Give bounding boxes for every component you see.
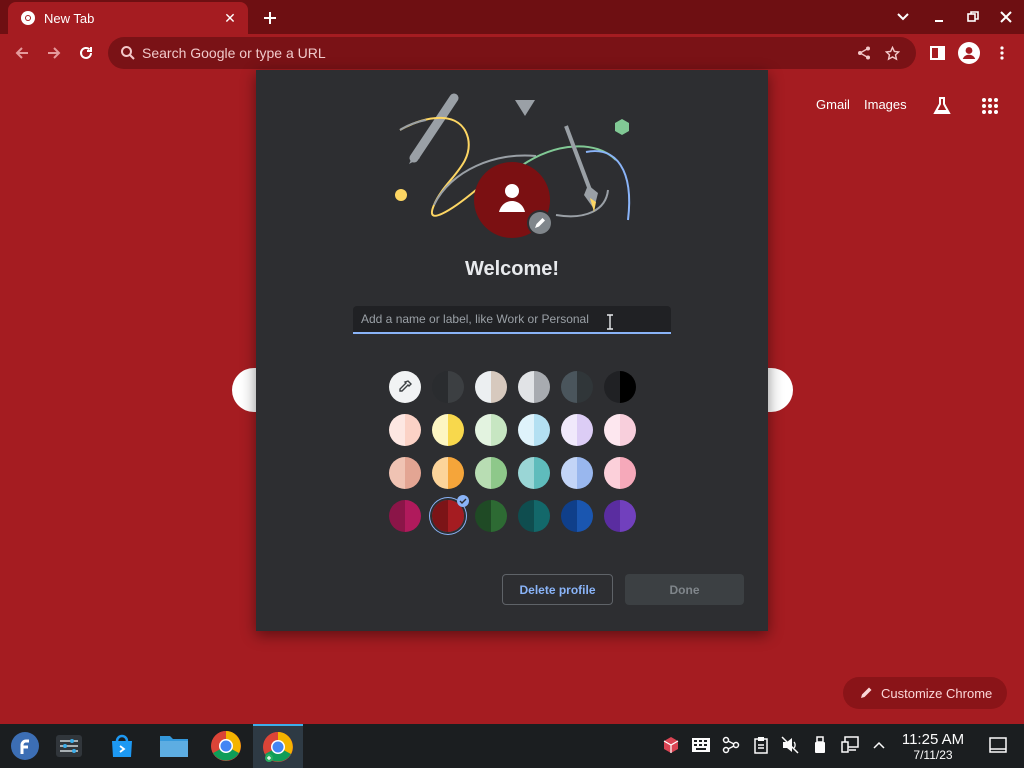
customize-chrome-button[interactable]: Customize Chrome xyxy=(843,677,1007,709)
tab-title: New Tab xyxy=(44,10,95,26)
omnibox[interactable] xyxy=(108,37,916,69)
customize-chrome-label: Customize Chrome xyxy=(881,685,993,701)
toolbar xyxy=(0,34,1024,72)
side-panel-icon[interactable] xyxy=(923,39,951,67)
theme-swatch[interactable] xyxy=(561,500,593,532)
more-vert-icon[interactable] xyxy=(988,39,1016,67)
theme-swatch[interactable] xyxy=(604,500,636,532)
fedora-launcher-icon[interactable] xyxy=(0,724,50,768)
tab-strip: New Tab ✕ xyxy=(0,0,1024,34)
dialog-heading: Welcome! xyxy=(464,258,560,280)
theme-swatch[interactable] xyxy=(561,414,593,446)
clock-time: 11:25 AM xyxy=(901,731,965,748)
images-link[interactable]: Images xyxy=(864,97,907,112)
theme-swatch[interactable] xyxy=(475,500,507,532)
restore-button[interactable] xyxy=(956,0,990,34)
kde-connect-icon[interactable] xyxy=(720,734,742,756)
pencil-icon xyxy=(861,687,872,698)
volume-muted-icon[interactable] xyxy=(779,734,801,756)
plus-icon xyxy=(264,12,276,24)
forward-button[interactable] xyxy=(40,39,68,67)
usb-device-icon[interactable] xyxy=(809,734,831,756)
theme-swatch[interactable] xyxy=(561,457,593,489)
file-manager-icon[interactable] xyxy=(149,724,199,768)
theme-swatch[interactable] xyxy=(518,414,550,446)
omnibox-input[interactable] xyxy=(142,45,850,61)
back-button[interactable] xyxy=(8,39,36,67)
package-update-icon[interactable] xyxy=(660,734,682,756)
theme-swatch[interactable] xyxy=(475,414,507,446)
clipboard-icon[interactable] xyxy=(750,734,772,756)
minimize-button[interactable] xyxy=(922,0,956,34)
keyboard-layout-icon[interactable] xyxy=(690,734,712,756)
eyedropper-icon xyxy=(399,380,412,392)
new-tab-button[interactable] xyxy=(258,6,282,30)
reload-icon xyxy=(80,46,92,59)
theme-swatch[interactable] xyxy=(518,500,550,532)
chrome-taskbar-icon[interactable] xyxy=(201,724,251,768)
reload-button[interactable] xyxy=(72,39,100,67)
welcome-illustration xyxy=(395,93,631,238)
theme-swatch[interactable] xyxy=(518,457,550,489)
arrow-left-icon xyxy=(15,47,28,59)
theme-swatch[interactable] xyxy=(561,371,593,403)
chrome-active-window-icon[interactable] xyxy=(253,724,303,768)
share-icon[interactable] xyxy=(850,39,878,67)
theme-swatch[interactable] xyxy=(389,500,421,532)
digital-clock[interactable]: 11:25 AM 7/11/23 xyxy=(894,731,972,763)
bookmark-star-icon[interactable] xyxy=(878,39,906,67)
theme-swatch[interactable] xyxy=(604,371,636,403)
clock-date: 7/11/23 xyxy=(913,748,953,762)
tab-new-tab[interactable]: New Tab ✕ xyxy=(8,2,248,34)
tray-expand-chevron-icon[interactable] xyxy=(868,734,890,756)
search-icon xyxy=(121,46,135,60)
profile-name-input[interactable] xyxy=(353,306,671,332)
theme-swatch[interactable] xyxy=(604,414,636,446)
profile-name-field[interactable] xyxy=(353,306,671,334)
theme-swatch[interactable] xyxy=(432,371,464,403)
labs-flask-icon[interactable] xyxy=(928,92,956,120)
theme-swatch[interactable] xyxy=(432,457,464,489)
selected-check-icon xyxy=(457,495,469,507)
theme-color-picker xyxy=(389,371,639,536)
tab-close-icon[interactable]: ✕ xyxy=(222,10,238,26)
theme-swatch[interactable] xyxy=(518,371,550,403)
theme-swatch[interactable] xyxy=(604,457,636,489)
system-settings-icon[interactable] xyxy=(44,724,94,768)
chrome-icon xyxy=(20,10,36,26)
apps-grid-icon[interactable] xyxy=(976,92,1004,120)
tab-search-chevron-icon[interactable] xyxy=(886,0,920,34)
theme-swatch[interactable] xyxy=(389,457,421,489)
theme-swatch[interactable] xyxy=(475,371,507,403)
theme-swatch-selected[interactable] xyxy=(432,495,469,532)
delete-profile-button[interactable]: Delete profile xyxy=(502,574,613,605)
theme-swatch[interactable] xyxy=(475,457,507,489)
done-button[interactable]: Done xyxy=(625,574,744,605)
show-desktop-icon[interactable] xyxy=(987,734,1009,756)
text-cursor-icon xyxy=(607,314,613,330)
profile-avatar-icon[interactable] xyxy=(955,39,983,67)
theme-swatch[interactable] xyxy=(432,414,464,446)
profile-customization-dialog: Welcome! Delete profile Done xyxy=(256,70,768,631)
taskbar xyxy=(0,724,1024,768)
theme-swatch[interactable] xyxy=(389,414,421,446)
custom-color-picker-button[interactable] xyxy=(389,371,421,403)
gmail-link[interactable]: Gmail xyxy=(816,97,850,112)
close-window-button[interactable] xyxy=(989,0,1023,34)
arrow-right-icon xyxy=(48,47,61,59)
network-wired-icon[interactable] xyxy=(839,734,861,756)
software-store-icon[interactable] xyxy=(97,724,147,768)
